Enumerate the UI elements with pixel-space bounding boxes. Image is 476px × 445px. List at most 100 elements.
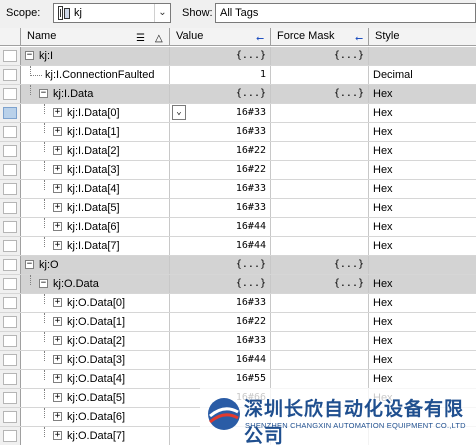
cell-value[interactable]: 16#44: [170, 237, 271, 255]
cell-style[interactable]: Hex: [369, 294, 476, 312]
cell-value[interactable]: 16#22: [170, 161, 271, 179]
cell-style[interactable]: Hex: [369, 218, 476, 236]
row-selector[interactable]: [0, 47, 21, 65]
cell-name[interactable]: + kj:I.Data[3]: [21, 161, 170, 179]
expand-icon[interactable]: +: [53, 298, 62, 307]
row-selector[interactable]: [0, 180, 21, 198]
row-selector-box[interactable]: [3, 373, 17, 385]
cell-value[interactable]: {...}: [170, 85, 271, 103]
cell-force-mask[interactable]: {...}: [271, 85, 369, 103]
tag-row[interactable]: − kj:O.Data {...} {...} Hex: [0, 275, 476, 294]
tag-row[interactable]: + kj:I.Data[1] 16#33 Hex: [0, 123, 476, 142]
row-selector-box[interactable]: [3, 107, 17, 119]
row-selector[interactable]: [0, 142, 21, 160]
row-selector[interactable]: [0, 370, 21, 388]
cell-name[interactable]: kj:I.ConnectionFaulted: [21, 66, 170, 84]
tag-row[interactable]: + kj:I.Data[6] 16#44 Hex: [0, 218, 476, 237]
cell-value[interactable]: {...}: [170, 275, 271, 293]
cell-style[interactable]: Hex: [369, 199, 476, 217]
expand-icon[interactable]: +: [53, 317, 62, 326]
row-selector-box[interactable]: [3, 316, 17, 328]
row-selector-box[interactable]: [3, 88, 17, 100]
cell-style[interactable]: [369, 256, 476, 274]
row-selector-box[interactable]: [3, 297, 17, 309]
row-selector-box[interactable]: [3, 50, 17, 62]
cell-force-mask[interactable]: [271, 180, 369, 198]
cell-force-mask[interactable]: {...}: [271, 256, 369, 274]
row-selector-box[interactable]: [3, 392, 17, 404]
collapse-icon[interactable]: −: [25, 260, 34, 269]
row-selector-box[interactable]: [3, 411, 17, 423]
cell-name[interactable]: − kj:O: [21, 256, 170, 274]
scope-dropdown[interactable]: kj ⌄: [53, 3, 171, 23]
row-selector[interactable]: [0, 275, 21, 293]
cell-name[interactable]: + kj:I.Data[0]: [21, 104, 170, 122]
row-selector[interactable]: [0, 256, 21, 274]
tag-row[interactable]: − kj:I {...} {...}: [0, 47, 476, 66]
tag-row[interactable]: kj:I.ConnectionFaulted 1 Decimal: [0, 66, 476, 85]
row-selector-box[interactable]: [3, 240, 17, 252]
arrow-left-icon[interactable]: ⭠: [256, 30, 264, 47]
cell-value[interactable]: 16#33: [170, 294, 271, 312]
cell-style[interactable]: Hex: [369, 332, 476, 350]
collapse-icon[interactable]: −: [39, 279, 48, 288]
cell-value[interactable]: {...}: [170, 47, 271, 65]
row-selector-box[interactable]: [3, 354, 17, 366]
cell-name[interactable]: − kj:O.Data: [21, 275, 170, 293]
cell-value[interactable]: 16#55: [170, 370, 271, 388]
row-selector[interactable]: [0, 199, 21, 217]
cell-force-mask[interactable]: [271, 161, 369, 179]
expand-icon[interactable]: +: [53, 127, 62, 136]
cell-name[interactable]: + kj:O.Data[0]: [21, 294, 170, 312]
cell-value[interactable]: {...}: [170, 256, 271, 274]
cell-force-mask[interactable]: [271, 199, 369, 217]
row-selector[interactable]: [0, 313, 21, 331]
cell-name[interactable]: + kj:I.Data[1]: [21, 123, 170, 141]
expand-icon[interactable]: +: [53, 184, 62, 193]
cell-name[interactable]: + kj:O.Data[1]: [21, 313, 170, 331]
cell-name[interactable]: + kj:I.Data[7]: [21, 237, 170, 255]
cell-name[interactable]: + kj:I.Data[4]: [21, 180, 170, 198]
cell-style[interactable]: Hex: [369, 104, 476, 122]
column-header-style[interactable]: Style: [369, 28, 476, 46]
cell-style[interactable]: Decimal: [369, 66, 476, 84]
cell-style[interactable]: [369, 47, 476, 65]
expand-icon[interactable]: +: [53, 374, 62, 383]
tag-row[interactable]: − kj:I.Data {...} {...} Hex: [0, 85, 476, 104]
cell-name[interactable]: + kj:O.Data[6]: [21, 408, 170, 426]
tag-row[interactable]: + kj:I.Data[3] 16#22 Hex: [0, 161, 476, 180]
row-selector[interactable]: [0, 408, 21, 426]
expand-icon[interactable]: +: [53, 203, 62, 212]
tag-row[interactable]: + kj:I.Data[4] 16#33 Hex: [0, 180, 476, 199]
cell-style[interactable]: Hex: [369, 142, 476, 160]
tag-row[interactable]: + kj:I.Data[0] ⌄ 16#33 Hex: [0, 104, 476, 123]
row-selector-box[interactable]: [3, 202, 17, 214]
cell-force-mask[interactable]: [271, 351, 369, 369]
cell-name[interactable]: − kj:I: [21, 47, 170, 65]
cell-name[interactable]: + kj:O.Data[2]: [21, 332, 170, 350]
cell-name[interactable]: − kj:I.Data: [21, 85, 170, 103]
tag-row[interactable]: + kj:I.Data[5] 16#33 Hex: [0, 199, 476, 218]
cell-value[interactable]: 16#22: [170, 142, 271, 160]
cell-value[interactable]: 16#33: [170, 332, 271, 350]
tag-row[interactable]: − kj:O {...} {...}: [0, 256, 476, 275]
tag-row[interactable]: + kj:O.Data[0] 16#33 Hex: [0, 294, 476, 313]
cell-style[interactable]: Hex: [369, 237, 476, 255]
expand-icon[interactable]: +: [53, 431, 62, 440]
expand-icon[interactable]: +: [53, 355, 62, 364]
cell-style[interactable]: Hex: [369, 351, 476, 369]
cell-force-mask[interactable]: [271, 370, 369, 388]
row-selector[interactable]: [0, 85, 21, 103]
cell-name[interactable]: + kj:I.Data[2]: [21, 142, 170, 160]
expand-icon[interactable]: +: [53, 146, 62, 155]
expand-icon[interactable]: +: [53, 222, 62, 231]
row-selector-box[interactable]: [3, 164, 17, 176]
cell-force-mask[interactable]: [271, 142, 369, 160]
cell-value[interactable]: 16#44: [170, 351, 271, 369]
cell-style[interactable]: Hex: [369, 85, 476, 103]
row-selector-box[interactable]: [3, 430, 17, 442]
tag-row[interactable]: + kj:O.Data[4] 16#55 Hex: [0, 370, 476, 389]
row-selector[interactable]: [0, 123, 21, 141]
row-selector[interactable]: [0, 161, 21, 179]
row-selector-box[interactable]: [3, 183, 17, 195]
